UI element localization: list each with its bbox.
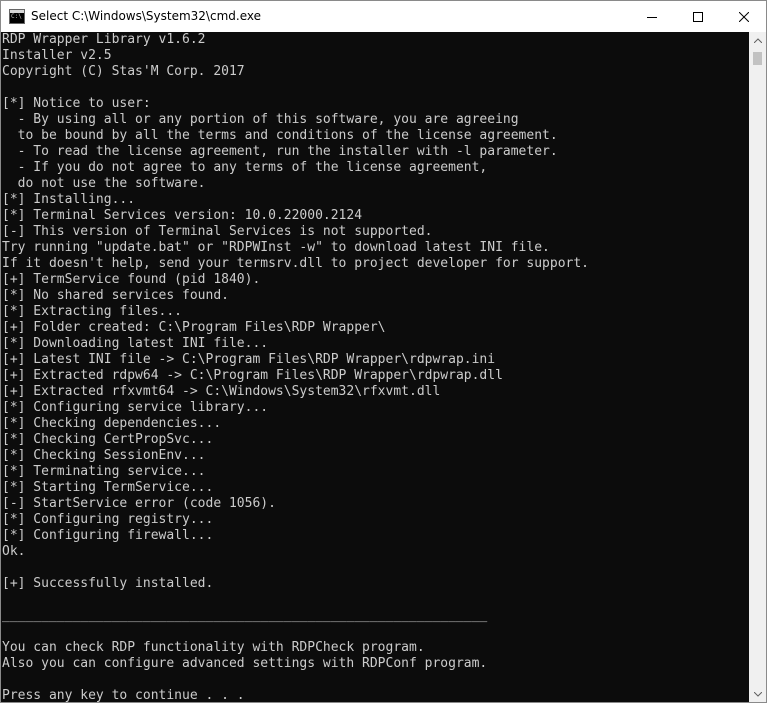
console-line: [*] Checking dependencies... xyxy=(2,416,222,431)
maximize-button[interactable] xyxy=(675,1,721,32)
console-line: do not use the software. xyxy=(2,176,206,191)
console-line: Ok. xyxy=(2,544,26,559)
close-icon xyxy=(739,11,749,22)
console-line: [+] Folder created: C:\Program Files\RDP… xyxy=(2,320,386,335)
close-button[interactable] xyxy=(721,1,766,32)
cmd-window: C:\ Select C:\Windows\System32\cmd.exe R… xyxy=(0,0,767,703)
console-line: [-] StartService error (code 1056). xyxy=(2,496,276,511)
scroll-up-button[interactable] xyxy=(749,32,766,49)
console-line: Press any key to continue . . . xyxy=(2,688,245,703)
console-line: [*] Checking CertPropSvc... xyxy=(2,432,214,447)
title-bar[interactable]: C:\ Select C:\Windows\System32\cmd.exe xyxy=(1,1,766,32)
console-line: Try running "update.bat" or "RDPWInst -w… xyxy=(2,240,550,255)
console-line: RDP Wrapper Library v1.6.2 xyxy=(2,32,206,47)
cmd-app-icon-text: C:\ xyxy=(11,13,22,20)
console-line: [+] TermService found (pid 1840). xyxy=(2,272,261,287)
minimize-icon xyxy=(647,16,657,18)
vertical-scrollbar[interactable] xyxy=(749,32,766,702)
chevron-down-icon xyxy=(753,692,762,697)
console-line: [*] Checking SessionEnv... xyxy=(2,448,206,463)
console-line: [*] No shared services found. xyxy=(2,288,229,303)
console-line: to be bound by all the terms and conditi… xyxy=(2,128,558,143)
console-line: [*] Notice to user: xyxy=(2,96,151,111)
console-line: Installer v2.5 xyxy=(2,48,112,63)
console-line: [*] Configuring firewall... xyxy=(2,528,214,543)
console-line: [*] Terminal Services version: 10.0.2200… xyxy=(2,208,363,223)
console-line: [*] Terminating service... xyxy=(2,464,206,479)
console-line: [+] Extracted rdpw64 -> C:\Program Files… xyxy=(2,368,503,383)
console-line: - To read the license agreement, run the… xyxy=(2,144,558,159)
console-line: [*] Starting TermService... xyxy=(2,480,214,495)
console-line: Copyright (C) Stas'M Corp. 2017 xyxy=(2,64,245,79)
console-line: [+] Extracted rfxvmt64 -> C:\Windows\Sys… xyxy=(2,384,441,399)
chevron-up-icon xyxy=(753,38,762,43)
console-line: Also you can configure advanced settings… xyxy=(2,656,488,671)
maximize-icon xyxy=(693,11,703,22)
console-line: [+] Successfully installed. xyxy=(2,576,214,591)
console-line: If it doesn't help, send your termsrv.dl… xyxy=(2,256,589,271)
console-line: ________________________________________… xyxy=(2,608,488,623)
console-line: [*] Extracting files... xyxy=(2,304,183,319)
console-line: [*] Configuring registry... xyxy=(2,512,214,527)
console-line: You can check RDP functionality with RDP… xyxy=(2,640,425,655)
console-line: [*] Installing... xyxy=(2,192,136,207)
console-line: - By using all or any portion of this so… xyxy=(2,112,519,127)
scroll-down-button[interactable] xyxy=(749,686,766,702)
console-line: [*] Downloading latest INI file... xyxy=(2,336,269,351)
console-line: [+] Latest INI file -> C:\Program Files\… xyxy=(2,352,496,367)
console-text: RDP Wrapper Library v1.6.2 Installer v2.5… xyxy=(2,32,589,703)
minimize-button[interactable] xyxy=(629,1,675,32)
scroll-thumb[interactable] xyxy=(753,52,762,65)
cmd-app-icon[interactable]: C:\ xyxy=(9,9,25,24)
console-output[interactable]: RDP Wrapper Library v1.6.2 Installer v2.5… xyxy=(1,32,749,703)
console-line: [-] This version of Terminal Services is… xyxy=(2,224,433,239)
window-title: Select C:\Windows\System32\cmd.exe xyxy=(31,9,261,23)
console-line: - If you do not agree to any terms of th… xyxy=(2,160,488,175)
console-line: [*] Configuring service library... xyxy=(2,400,269,415)
